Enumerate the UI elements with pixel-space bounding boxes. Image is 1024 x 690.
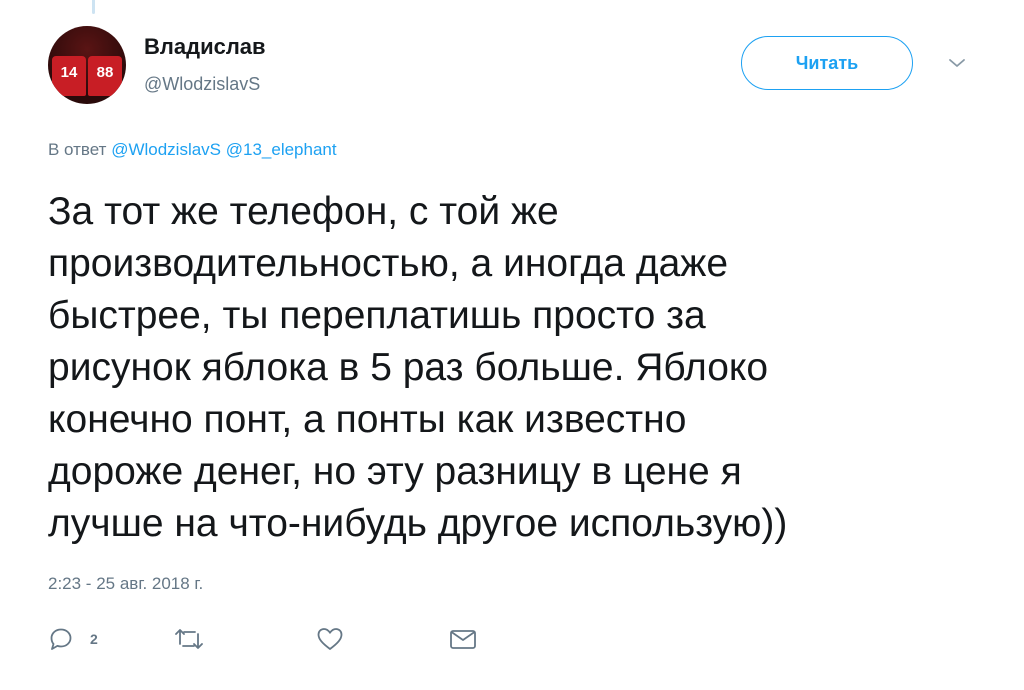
avatar-jersey-left: 14 <box>52 56 86 96</box>
like-button[interactable] <box>316 626 344 652</box>
follow-button[interactable]: Читать <box>741 36 913 90</box>
reply-context-mentions[interactable]: @WlodzislavS @13_elephant <box>111 140 336 159</box>
author-handle[interactable]: @WlodzislavS <box>144 74 260 95</box>
reply-count: 2 <box>90 631 98 647</box>
follow-button-label: Читать <box>795 52 859 73</box>
reply-context-prefix: В ответ <box>48 140 107 159</box>
chevron-down-icon[interactable] <box>946 56 968 70</box>
avatar-jersey-right: 88 <box>88 56 122 96</box>
thread-connector-line <box>92 0 95 14</box>
heart-icon <box>316 626 344 652</box>
tweet-text: За тот же телефон, с той же производител… <box>48 190 788 545</box>
reply-button[interactable]: 2 <box>48 626 98 652</box>
tweet-timestamp[interactable]: 2:23 - 25 авг. 2018 г. <box>48 574 203 594</box>
avatar[interactable]: 14 88 <box>48 26 126 104</box>
reply-icon <box>48 626 74 652</box>
retweet-icon <box>174 626 204 652</box>
tweet-view: 14 88 Владислав @WlodzislavS Читать В от… <box>0 0 1024 690</box>
envelope-icon <box>448 626 478 652</box>
reply-context: В ответ @WlodzislavS @13_elephant <box>48 140 337 160</box>
retweet-button[interactable] <box>174 626 204 652</box>
author-display-name[interactable]: Владислав <box>144 34 266 60</box>
direct-message-button[interactable] <box>448 626 478 652</box>
